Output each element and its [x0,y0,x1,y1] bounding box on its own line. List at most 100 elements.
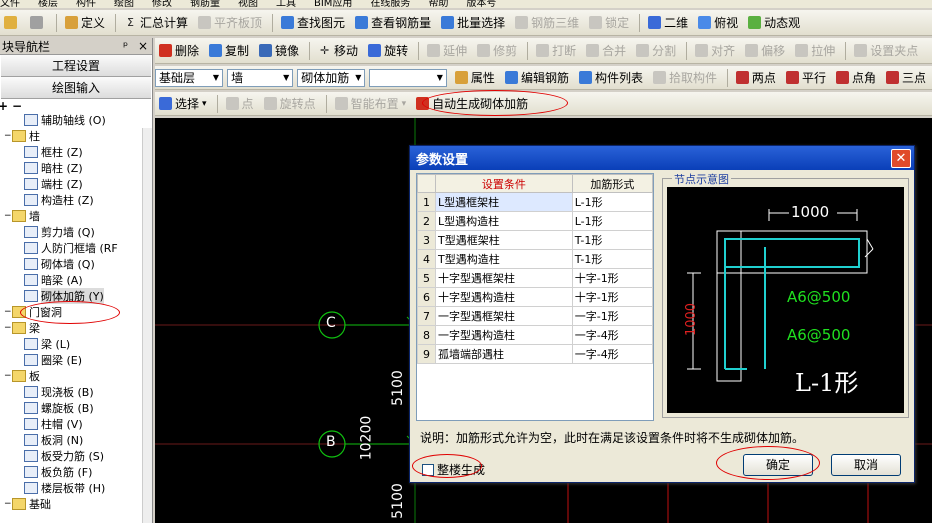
smart-layout-button[interactable]: 智能布置 ▾ [331,94,411,114]
table-row[interactable]: 4 T型遇构造柱 T-1形 [417,249,654,269]
rotate-button[interactable]: 旋转 [364,41,412,61]
drawing-input-button[interactable]: 绘图输入 [1,77,151,99]
menu-item[interactable]: 版本号 [466,0,496,8]
lock-button[interactable]: 锁定 [585,13,633,33]
align-board-button[interactable]: 平齐板顶 [194,13,266,33]
collapse-icon[interactable]: − [4,499,12,509]
condition-cell[interactable]: 十字型遇构造柱 [435,287,573,307]
tree-item[interactable]: 板洞 (N) [0,432,152,448]
table-row[interactable]: 5 十字型遇框架柱 十字-1形 [417,268,654,288]
condition-cell[interactable]: 孤墙端部遇柱 [435,344,573,364]
tree-category[interactable]: − 墙 [0,208,152,224]
collapse-all-icon[interactable]: − [12,99,22,113]
nav-scrollbar[interactable] [142,128,152,523]
cancel-button[interactable]: 取消 [831,454,901,476]
menu-item[interactable]: BIM应用 [314,0,352,8]
tree-item[interactable]: 暗梁 (A) [0,272,152,288]
tree-item[interactable]: 螺旋板 (B) [0,400,152,416]
tree-item[interactable]: 砌体加筋 (Y) [0,288,152,304]
tree-item[interactable]: 构造柱 (Z) [0,192,152,208]
property-button[interactable]: 属性 [451,68,499,88]
extend-button[interactable]: 延伸 [423,41,471,61]
condition-cell[interactable]: 一字型遇构造柱 [435,325,573,345]
condition-cell[interactable]: T型遇构造柱 [435,249,573,269]
menu-item[interactable]: 构件 [76,0,96,8]
mirror-button[interactable]: 镜像 [255,41,303,61]
menu-item[interactable]: 绘图 [114,0,134,8]
condition-cell[interactable]: L型遇框架柱 [435,192,573,212]
dynamic-view-button[interactable]: 动态观 [744,13,804,33]
tree-item[interactable]: 剪力墙 (Q) [0,224,152,240]
menu-item[interactable]: 在线服务 [370,0,410,8]
tree-category[interactable]: − 柱 [0,128,152,144]
2d-button[interactable]: 二维 [644,13,692,33]
sum-button[interactable]: Σ 汇总计算 [120,13,192,33]
tree-item[interactable]: 端柱 (Z) [0,176,152,192]
chevron-down-icon[interactable]: ▾ [202,99,207,109]
trim-button[interactable]: 修剪 [473,41,521,61]
collapse-icon[interactable]: − [4,371,12,381]
stretch-button[interactable]: 拉伸 [791,41,839,61]
set-grip-button[interactable]: 设置夹点 [850,41,922,61]
undo-button[interactable] [26,13,50,33]
condition-cell[interactable]: T型遇框架柱 [435,230,573,250]
chevron-down-icon[interactable]: ▾ [402,99,407,109]
rotate-point-button[interactable]: 旋转点 [260,94,320,114]
merge-button[interactable]: 合并 [582,41,630,61]
top-view-button[interactable]: 俯视 [694,13,742,33]
menu-item[interactable]: 帮助 [428,0,448,8]
tree-item[interactable]: 砌体墙 (Q) [0,256,152,272]
tree-item[interactable]: 柱帽 (V) [0,416,152,432]
tree-item[interactable]: 梁 (L) [0,336,152,352]
two-point-button[interactable]: 两点 [732,68,780,88]
tree-item[interactable]: 圈梁 (E) [0,352,152,368]
point-button[interactable]: 点 [222,94,258,114]
table-row[interactable]: 2 L型遇构造柱 L-1形 [417,211,654,231]
form-cell[interactable]: 一字-4形 [571,325,654,345]
tree-category[interactable]: − 基础 [0,496,152,512]
table-row[interactable]: 6 十字型遇构造柱 十字-1形 [417,287,654,307]
select-button[interactable]: 选择 ▾ [155,94,211,114]
condition-cell[interactable]: 一字型遇框架柱 [435,306,573,326]
menu-item[interactable]: 文件 [0,0,20,8]
pick-component-button[interactable]: 拾取构件 [649,68,721,88]
menu-item[interactable]: 视图 [238,0,258,8]
tree-item[interactable]: 现浇板 (B) [0,384,152,400]
menu-item[interactable]: 楼层 [38,0,58,8]
tree-item[interactable]: 辅助轴线 (O) [0,112,152,128]
checkbox-box[interactable] [422,463,434,476]
collapse-icon[interactable]: − [4,211,12,221]
ok-button[interactable]: 确定 [743,454,813,476]
project-settings-button[interactable]: 工程设置 [1,55,151,77]
split-button[interactable]: 分割 [632,41,680,61]
tree-item[interactable]: 楼层板带 (H) [0,480,152,496]
condition-cell[interactable]: 十字型遇框架柱 [435,268,573,288]
copy-button[interactable]: 复制 [205,41,253,61]
form-cell[interactable]: 一字-4形 [571,344,654,364]
dialog-title-bar[interactable]: 参数设置 ✕ [410,146,914,170]
form-cell[interactable]: T-1形 [571,249,654,269]
tree-category[interactable]: − 梁 [0,320,152,336]
tree-item[interactable]: 暗柱 (Z) [0,160,152,176]
tree-item[interactable]: 板负筋 (F) [0,464,152,480]
component-select[interactable]: 砌体加筋 ▼ [297,68,366,87]
dialog-close-icon[interactable]: ✕ [891,148,911,168]
component-list-button[interactable]: 构件列表 [575,68,647,88]
delete-button[interactable]: 删除 [155,41,203,61]
collapse-icon[interactable]: − [4,307,12,317]
menu-item[interactable]: 钢筋量 [190,0,220,8]
move-button[interactable]: ✛ 移动 [314,41,362,61]
table-row[interactable]: 3 T型遇框架柱 T-1形 [417,230,654,250]
align-button[interactable]: 对齐 [691,41,739,61]
sub-component-select[interactable]: ▼ [369,68,447,87]
batch-select-button[interactable]: 批量选择 [437,13,509,33]
offset-button[interactable]: 偏移 [741,41,789,61]
auto-gen-button[interactable]: 自动生成砌体加筋 [412,94,532,114]
form-cell[interactable]: T-1形 [571,230,654,250]
view-rebar-button[interactable]: 查看钢筋量 [351,13,435,33]
condition-cell[interactable]: L型遇构造柱 [435,211,573,231]
define-button[interactable]: 定义 [61,13,109,33]
tree-item[interactable]: 板受力筋 (S) [0,448,152,464]
parallel-button[interactable]: 平行 [782,68,830,88]
form-cell[interactable]: 一字-1形 [571,306,654,326]
